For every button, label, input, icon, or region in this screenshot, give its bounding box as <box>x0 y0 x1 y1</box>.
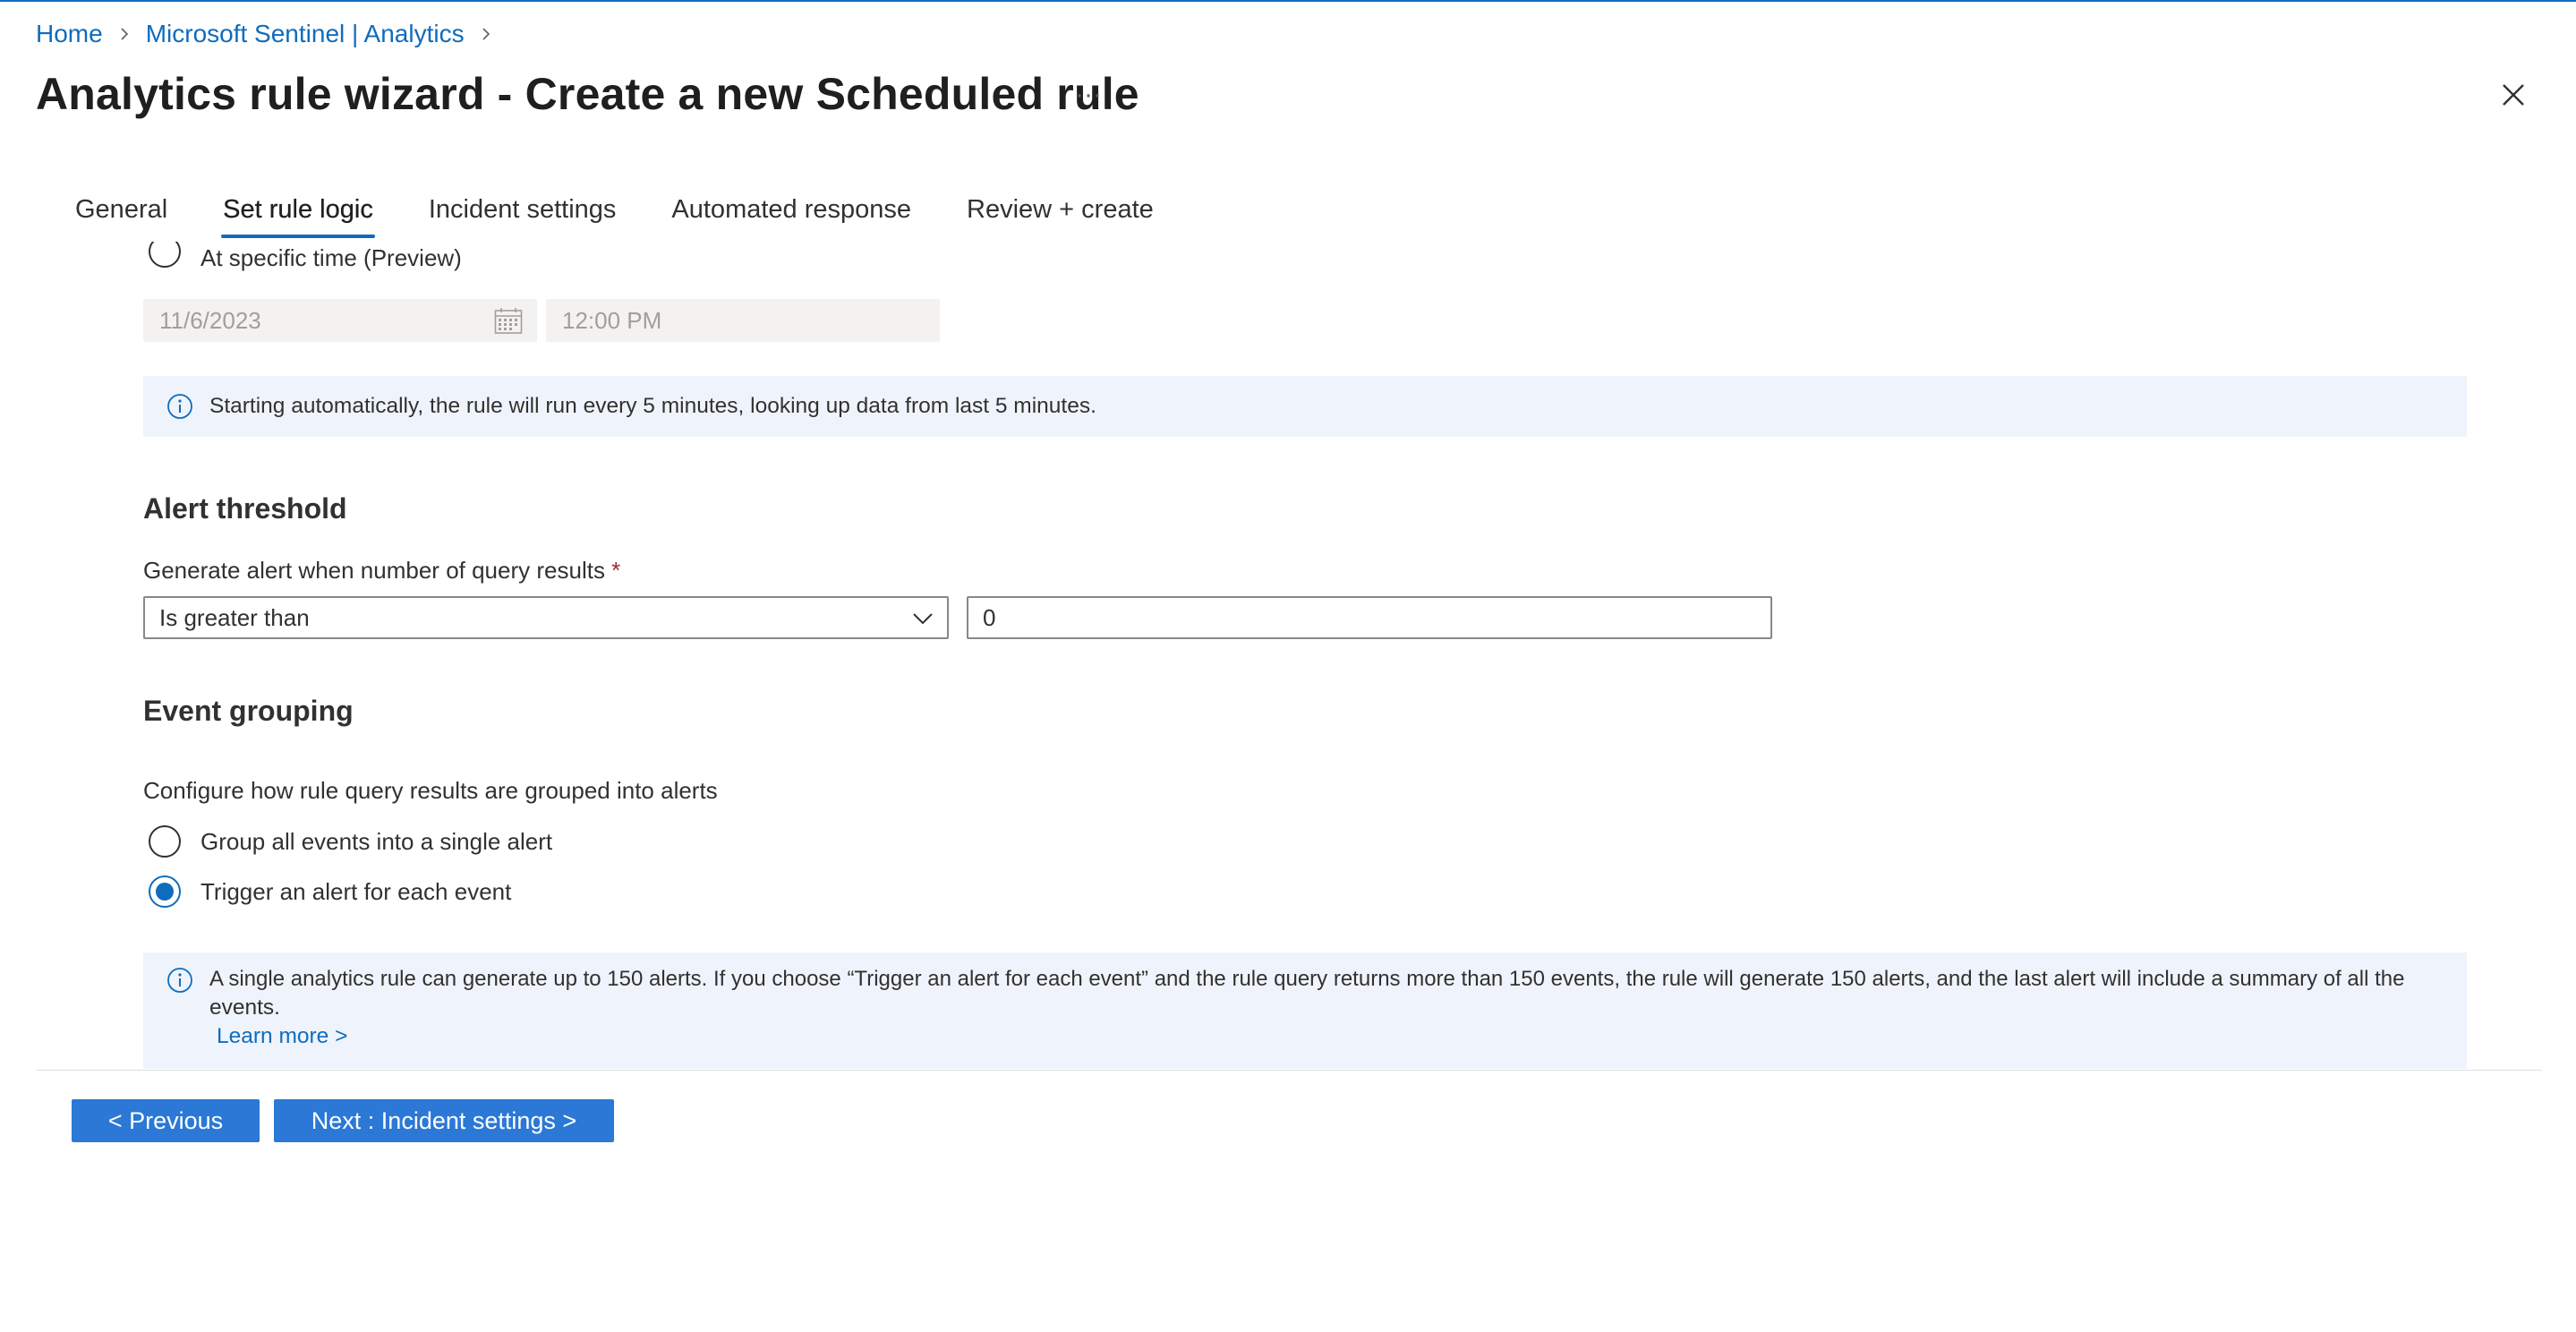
start-time-field: 12:00 PM <box>546 299 940 342</box>
info-icon <box>166 967 193 994</box>
tab-automated-response[interactable]: Automated response <box>652 192 931 242</box>
close-icon[interactable] <box>2495 77 2531 113</box>
schedule-specific-time-option[interactable]: At specific time (Preview) <box>149 242 462 274</box>
event-grouping-info-line2: events. <box>209 995 280 1020</box>
tab-label: General <box>75 195 168 224</box>
radio-label: Group all events into a single alert <box>200 827 553 855</box>
tab-label: Review + create <box>967 195 1154 224</box>
next-incident-settings-button[interactable]: Next : Incident settings > <box>274 1099 614 1142</box>
tab-label: Automated response <box>671 195 912 224</box>
required-indicator: * <box>611 557 621 584</box>
tab-general[interactable]: General <box>55 192 187 242</box>
tab-label: Incident settings <box>428 195 617 224</box>
radio-group-all-events[interactable] <box>149 825 181 858</box>
radio-trigger-each-event[interactable] <box>149 875 181 908</box>
trigger-each-event-option[interactable]: Trigger an alert for each event <box>149 874 511 909</box>
tab-incident-settings[interactable]: Incident settings <box>409 192 636 242</box>
radio-label: Trigger an alert for each event <box>200 877 512 905</box>
breadcrumb-sentinel-analytics[interactable]: Microsoft Sentinel | Analytics <box>146 20 465 48</box>
tab-set-rule-logic[interactable]: Set rule logic <box>203 192 393 242</box>
event-grouping-description: Configure how rule query results are gro… <box>143 777 718 804</box>
schedule-info-bar: Starting automatically, the rule will ru… <box>143 376 2467 437</box>
calendar-icon <box>494 308 523 335</box>
radio-label: At specific time (Preview) <box>200 243 462 271</box>
chevron-right-icon <box>112 21 137 47</box>
tab-review-create[interactable]: Review + create <box>947 192 1173 242</box>
more-options-icon[interactable]: ··· <box>1070 77 1106 113</box>
footer-divider <box>36 1070 2542 1071</box>
event-grouping-info-line1: A single analytics rule can generate up … <box>209 967 2405 991</box>
info-icon <box>166 393 193 420</box>
event-grouping-title: Event grouping <box>143 695 354 727</box>
previous-button[interactable]: < Previous <box>72 1099 260 1142</box>
start-date-value: 11/6/2023 <box>159 306 261 334</box>
threshold-operator-value: Is greater than <box>159 603 310 631</box>
threshold-value-input[interactable]: 0 <box>967 596 1772 639</box>
group-all-events-option[interactable]: Group all events into a single alert <box>149 824 552 859</box>
chevron-down-icon <box>911 607 934 630</box>
start-time-value: 12:00 PM <box>562 306 662 334</box>
top-accent-line <box>0 0 2576 2</box>
breadcrumb: Home Microsoft Sentinel | Analytics <box>36 18 508 50</box>
radio-specific-time[interactable] <box>149 242 181 268</box>
learn-more-link[interactable]: Learn more > <box>217 1022 347 1051</box>
breadcrumb-home[interactable]: Home <box>36 20 103 48</box>
page-title: Analytics rule wizard - Create a new Sch… <box>36 69 1139 119</box>
threshold-value: 0 <box>983 603 996 631</box>
event-grouping-info-bar: A single analytics rule can generate up … <box>143 952 2467 1069</box>
start-date-field: 11/6/2023 <box>143 299 537 342</box>
schedule-info-text: Starting automatically, the rule will ru… <box>209 394 1096 418</box>
alert-threshold-title: Alert threshold <box>143 492 347 525</box>
tab-label: Set rule logic <box>223 195 373 224</box>
alert-threshold-label: Generate alert when number of query resu… <box>143 557 620 585</box>
chevron-right-icon <box>473 21 499 47</box>
threshold-operator-select[interactable]: Is greater than <box>143 596 949 639</box>
wizard-tabs: General Set rule logic Incident settings… <box>55 192 1190 242</box>
rule-logic-content[interactable]: At specific time (Preview) 11/6/2023 12:… <box>0 242 2576 1069</box>
alert-threshold-label-text: Generate alert when number of query resu… <box>143 557 605 584</box>
